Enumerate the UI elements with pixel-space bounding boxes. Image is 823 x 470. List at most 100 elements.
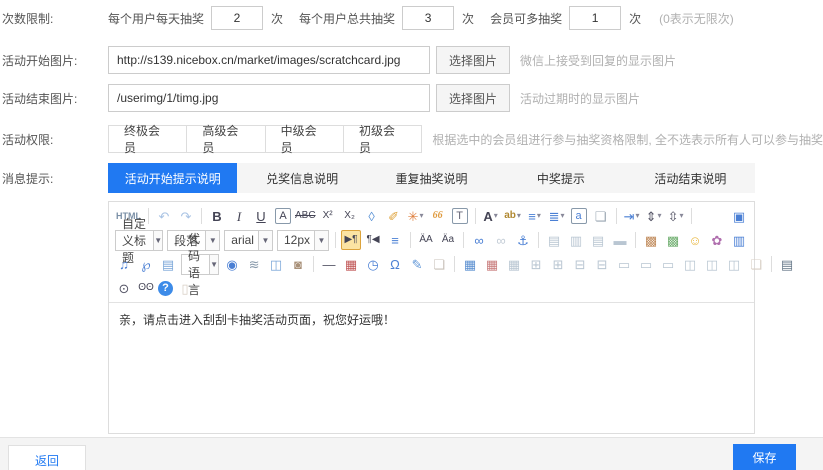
font-color-icon[interactable]: A▾ <box>481 206 501 226</box>
font-border-icon[interactable]: A <box>275 208 291 224</box>
redo-icon[interactable]: ↷ <box>176 206 196 226</box>
split-row-icon[interactable]: ◫ <box>702 254 722 274</box>
font-size-select[interactable]: 12px▼ <box>277 230 329 251</box>
insert-time-icon[interactable]: ◷ <box>363 254 383 274</box>
paste-icon[interactable]: T <box>452 208 468 224</box>
member-option-3[interactable]: 初级会员 <box>343 126 421 152</box>
message-tab-0[interactable]: 活动开始提示说明 <box>108 163 237 193</box>
merge-right-icon[interactable]: ▭ <box>614 254 634 274</box>
chevron-down-icon[interactable]: ▼ <box>205 231 219 250</box>
editor-content[interactable]: 亲，请点击进入刮刮卡抽奖活动页面，祝您好运哦！ <box>109 303 754 433</box>
indent-icon[interactable]: ⇥▾ <box>622 206 642 226</box>
underline-icon[interactable]: U <box>251 206 271 226</box>
delete-col-icon[interactable]: ⊟ <box>592 254 612 274</box>
start-image-url-input[interactable] <box>108 46 430 74</box>
anchor-icon[interactable]: ⚓ <box>513 230 533 250</box>
font-family-select[interactable]: arial▼ <box>224 230 273 251</box>
print-preview-icon[interactable]: ❏ <box>429 254 449 274</box>
insert-row-icon[interactable]: ⊞ <box>526 254 546 274</box>
background-color-icon[interactable]: ab▾ <box>503 206 523 226</box>
image-upload-icon[interactable]: ▩ <box>663 230 683 250</box>
chevron-down-icon[interactable]: ▼ <box>314 231 328 250</box>
remove-format-icon[interactable]: ◊ <box>362 206 382 226</box>
insert-date-icon[interactable]: ▦ <box>341 254 361 274</box>
emoji-icon[interactable]: ☺ <box>685 230 705 250</box>
link-icon[interactable]: ∞ <box>469 230 489 250</box>
blockquote-icon[interactable]: 66 <box>428 206 448 226</box>
line-height-icon[interactable]: ⇕▾ <box>644 206 664 226</box>
member-option-0[interactable]: 终极会员 <box>109 126 186 152</box>
insert-code-icon[interactable]: ▤ <box>158 254 178 274</box>
delete-table-icon[interactable]: ▦ <box>482 254 502 274</box>
start-image-pick-button[interactable]: 选择图片 <box>436 46 510 74</box>
image-align-right-icon[interactable]: ▤ <box>588 230 608 250</box>
special-char-icon[interactable]: Ω <box>385 254 405 274</box>
total-limit-input[interactable] <box>402 6 454 30</box>
chevron-down-icon[interactable]: ▼ <box>258 231 272 250</box>
scrawl-icon[interactable]: ✿ <box>707 230 727 250</box>
message-tab-3[interactable]: 中奖提示 <box>496 163 625 193</box>
clipboard-icon[interactable]: ▯ <box>175 278 195 298</box>
search-icon[interactable]: ⊙ <box>114 278 134 298</box>
format-brush-icon[interactable]: ✐ <box>384 206 404 226</box>
delete-row-icon[interactable]: ⊟ <box>570 254 590 274</box>
find-replace-icon[interactable]: ʘʘ <box>136 278 156 298</box>
subscript-icon[interactable]: X₂ <box>340 206 360 226</box>
to-lowercase-icon[interactable]: Äa <box>438 230 458 250</box>
formula-icon[interactable]: ✎ <box>407 254 427 274</box>
code-language-select[interactable]: 代码语言▼ <box>181 254 219 275</box>
split-cells-icon[interactable]: ◫ <box>680 254 700 274</box>
ordered-list-icon[interactable]: ≡▾ <box>525 206 545 226</box>
superscript-icon[interactable]: X² <box>318 206 338 226</box>
back-button[interactable]: 返回 <box>8 445 86 470</box>
ltr-icon[interactable]: ▶¶ <box>341 230 361 250</box>
paper-icon[interactable]: ❏ <box>746 254 766 274</box>
rtl-icon[interactable]: ¶◀ <box>363 230 383 250</box>
unlink-icon[interactable]: ∞ <box>491 230 511 250</box>
to-uppercase-icon[interactable]: ÄA <box>416 230 436 250</box>
auto-typeset-icon[interactable]: a <box>571 208 587 224</box>
insert-video-icon[interactable]: ▥ <box>729 230 749 250</box>
image-align-left-icon[interactable]: ▤ <box>544 230 564 250</box>
new-document-icon[interactable]: ❏ <box>591 206 611 226</box>
chevron-down-icon[interactable]: ▼ <box>209 255 218 274</box>
page-break-icon[interactable]: ≋ <box>244 254 264 274</box>
unordered-list-icon[interactable]: ≣▾ <box>547 206 567 226</box>
save-button[interactable]: 保存 <box>733 444 796 470</box>
bold-icon[interactable]: B <box>207 206 227 226</box>
undo-icon[interactable]: ↶ <box>154 206 174 226</box>
member-option-1[interactable]: 高级会员 <box>186 126 264 152</box>
strikethrough-icon[interactable]: ABC <box>295 206 316 226</box>
heading-select[interactable]: 自定义标题▼ <box>115 230 163 251</box>
iframe-icon[interactable]: ◫ <box>266 254 286 274</box>
insert-image-icon[interactable]: ▩ <box>641 230 661 250</box>
format-paint-icon[interactable]: ✳▾ <box>406 206 426 226</box>
insert-table-icon[interactable]: ▦ <box>460 254 480 274</box>
horizontal-rule-icon[interactable]: — <box>319 254 339 274</box>
image-align-none-icon[interactable]: ▬ <box>610 230 630 250</box>
table-title-icon[interactable]: ▦ <box>504 254 524 274</box>
help-icon[interactable]: ? <box>158 281 173 296</box>
insert-col-icon[interactable]: ⊞ <box>548 254 568 274</box>
message-tab-4[interactable]: 活动结束说明 <box>626 163 755 193</box>
message-tab-1[interactable]: 兑奖信息说明 <box>237 163 366 193</box>
print-icon[interactable]: ▤ <box>777 254 797 274</box>
image-align-center-icon[interactable]: ▥ <box>566 230 586 250</box>
chevron-down-icon[interactable]: ▼ <box>153 231 162 250</box>
end-image-url-input[interactable] <box>108 84 430 112</box>
music-icon[interactable]: ♫ <box>114 254 134 274</box>
screenshot-icon[interactable]: ◙ <box>288 254 308 274</box>
italic-icon[interactable]: I <box>229 206 249 226</box>
split-col-icon[interactable]: ◫ <box>724 254 744 274</box>
paragraph-align-icon[interactable]: ≡ <box>385 230 405 250</box>
member-option-2[interactable]: 中级会员 <box>265 126 343 152</box>
paragraph-spacing-icon[interactable]: ⇳▾ <box>666 206 686 226</box>
attachment-icon[interactable]: ℘ <box>136 254 156 274</box>
daily-limit-input[interactable] <box>211 6 263 30</box>
message-tab-2[interactable]: 重复抽奖说明 <box>367 163 496 193</box>
member-extra-limit-input[interactable] <box>569 6 621 30</box>
map-icon[interactable]: ◉ <box>222 254 242 274</box>
end-image-pick-button[interactable]: 选择图片 <box>436 84 510 112</box>
merge-cells-icon[interactable]: ▭ <box>658 254 678 274</box>
fullscreen-icon[interactable]: ▣ <box>729 206 749 226</box>
